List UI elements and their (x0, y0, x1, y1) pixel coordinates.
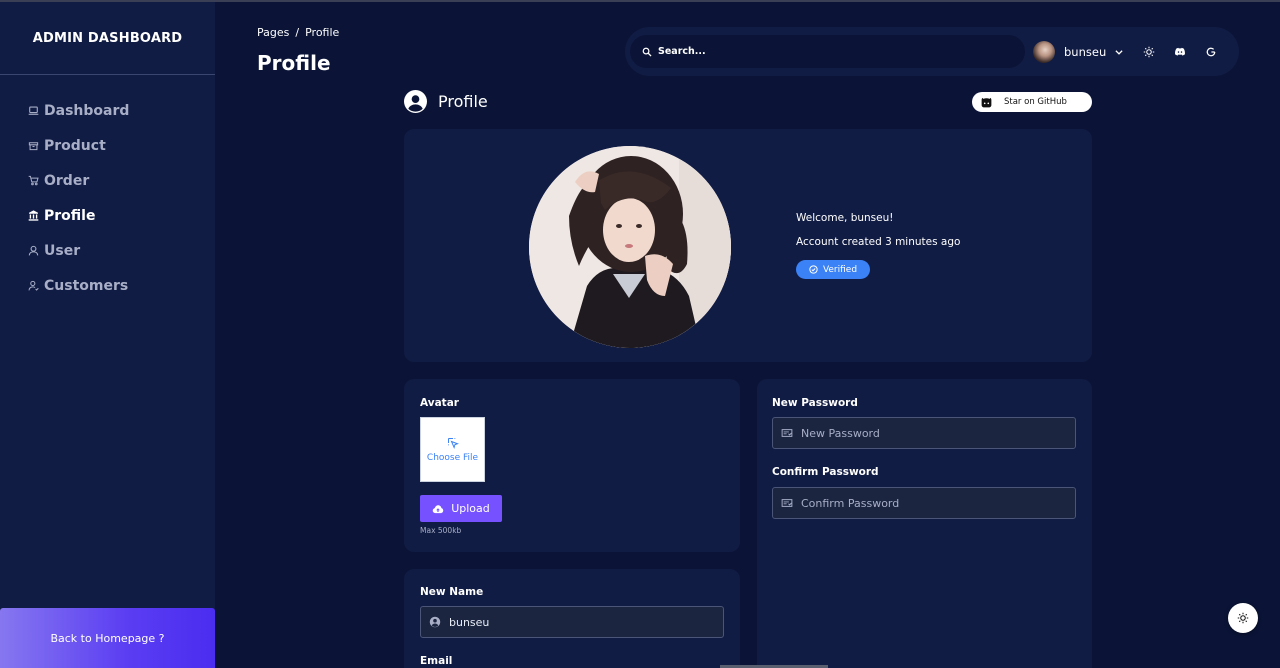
breadcrumb: Pages / Profile (257, 26, 339, 39)
cursor-click-icon (447, 437, 459, 449)
upload-label: Upload (451, 502, 490, 515)
sidebar-item-label: Dashboard (44, 102, 130, 119)
new-name-field[interactable]: bunseu (420, 606, 724, 638)
building-icon (27, 210, 39, 222)
password-card: New Password New Password Confirm Passwo… (757, 379, 1092, 668)
user-circle-icon (404, 90, 427, 113)
new-password-label: New Password (772, 397, 858, 409)
sidebar-item-profile[interactable]: Profile (0, 198, 215, 233)
search-icon (642, 47, 652, 57)
avatar (1033, 40, 1055, 63)
top-navbar: Search... bunseu (625, 27, 1239, 76)
sidebar-item-label: Customers (44, 277, 129, 294)
laptop-icon (27, 105, 39, 117)
name-email-card: New Name bunseu Email (404, 569, 740, 668)
verified-label: Verified (822, 264, 858, 275)
breadcrumb-current: Profile (305, 26, 340, 39)
github-icon (981, 97, 992, 107)
profile-avatar-image (529, 146, 731, 348)
verified-badge: Verified (796, 260, 870, 279)
sidebar-item-dashboard[interactable]: Dashboard (0, 93, 215, 128)
confirm-password-label: Confirm Password (772, 466, 879, 478)
sun-icon (1237, 612, 1249, 624)
breadcrumb-pages[interactable]: Pages (257, 26, 289, 39)
username: bunseu (1064, 44, 1107, 59)
confirm-password-placeholder: Confirm Password (801, 496, 900, 510)
profile-overview-card: Welcome, bunseu! Account created 3 minut… (404, 129, 1092, 362)
cart-icon (27, 175, 39, 187)
sidebar-item-label: User (44, 242, 81, 259)
welcome-text: Welcome, bunseu! (796, 212, 894, 224)
new-name-value: bunseu (449, 615, 490, 629)
user-circle-icon (429, 616, 441, 628)
avatar-upload-card: Avatar Choose File Upload Max 500kb (404, 379, 740, 552)
back-to-homepage-button[interactable]: Back to Homepage ? (0, 608, 215, 668)
sidebar-item-label: Order (44, 172, 90, 189)
user-icon (27, 245, 39, 257)
person-icon (27, 280, 39, 292)
new-name-label: New Name (420, 586, 484, 598)
google-icon[interactable] (1205, 46, 1217, 58)
section-title: Profile (438, 92, 488, 111)
chevron-down-icon (1115, 49, 1123, 55)
sidebar-item-label: Profile (44, 207, 96, 224)
check-circle-icon (809, 265, 818, 274)
section-header: Profile (404, 90, 488, 113)
account-created-text: Account created 3 minutes ago (796, 236, 961, 248)
max-size-note: Max 500kb (420, 526, 462, 535)
sidebar-divider (0, 74, 215, 75)
new-password-field[interactable]: New Password (772, 417, 1076, 449)
star-on-github-button[interactable]: Star on GitHub (972, 92, 1092, 112)
user-menu[interactable]: bunseu (1033, 40, 1124, 63)
brand-title: ADMIN DASHBOARD (32, 30, 183, 46)
discord-icon[interactable] (1174, 46, 1186, 58)
choose-file-label: Choose File (426, 452, 479, 463)
theme-toggle-button[interactable] (1228, 603, 1258, 633)
page-title: Profile (257, 51, 331, 75)
password-icon (781, 429, 793, 437)
sidebar-item-order[interactable]: Order (0, 163, 215, 198)
search-input[interactable]: Search... (630, 35, 1025, 68)
search-placeholder: Search... (658, 46, 706, 57)
avatar-label: Avatar (420, 397, 459, 409)
sidebar-item-product[interactable]: Product (0, 128, 215, 163)
box-icon (27, 140, 39, 152)
email-label: Email (420, 655, 453, 667)
breadcrumb-separator: / (295, 26, 300, 39)
choose-file-button[interactable]: Choose File (420, 417, 485, 482)
new-password-placeholder: New Password (801, 426, 880, 440)
sidebar-item-user[interactable]: User (0, 233, 215, 268)
github-button-label: Star on GitHub (1004, 97, 1067, 107)
sidebar-item-label: Product (44, 137, 106, 154)
confirm-password-field[interactable]: Confirm Password (772, 487, 1076, 519)
sun-icon[interactable] (1143, 46, 1155, 58)
cloud-upload-icon (432, 504, 444, 513)
upload-button[interactable]: Upload (420, 495, 502, 522)
password-icon (781, 499, 793, 507)
sidebar: ADMIN DASHBOARD Dashboard Product Order … (0, 2, 215, 668)
sidebar-item-customers[interactable]: Customers (0, 268, 215, 303)
